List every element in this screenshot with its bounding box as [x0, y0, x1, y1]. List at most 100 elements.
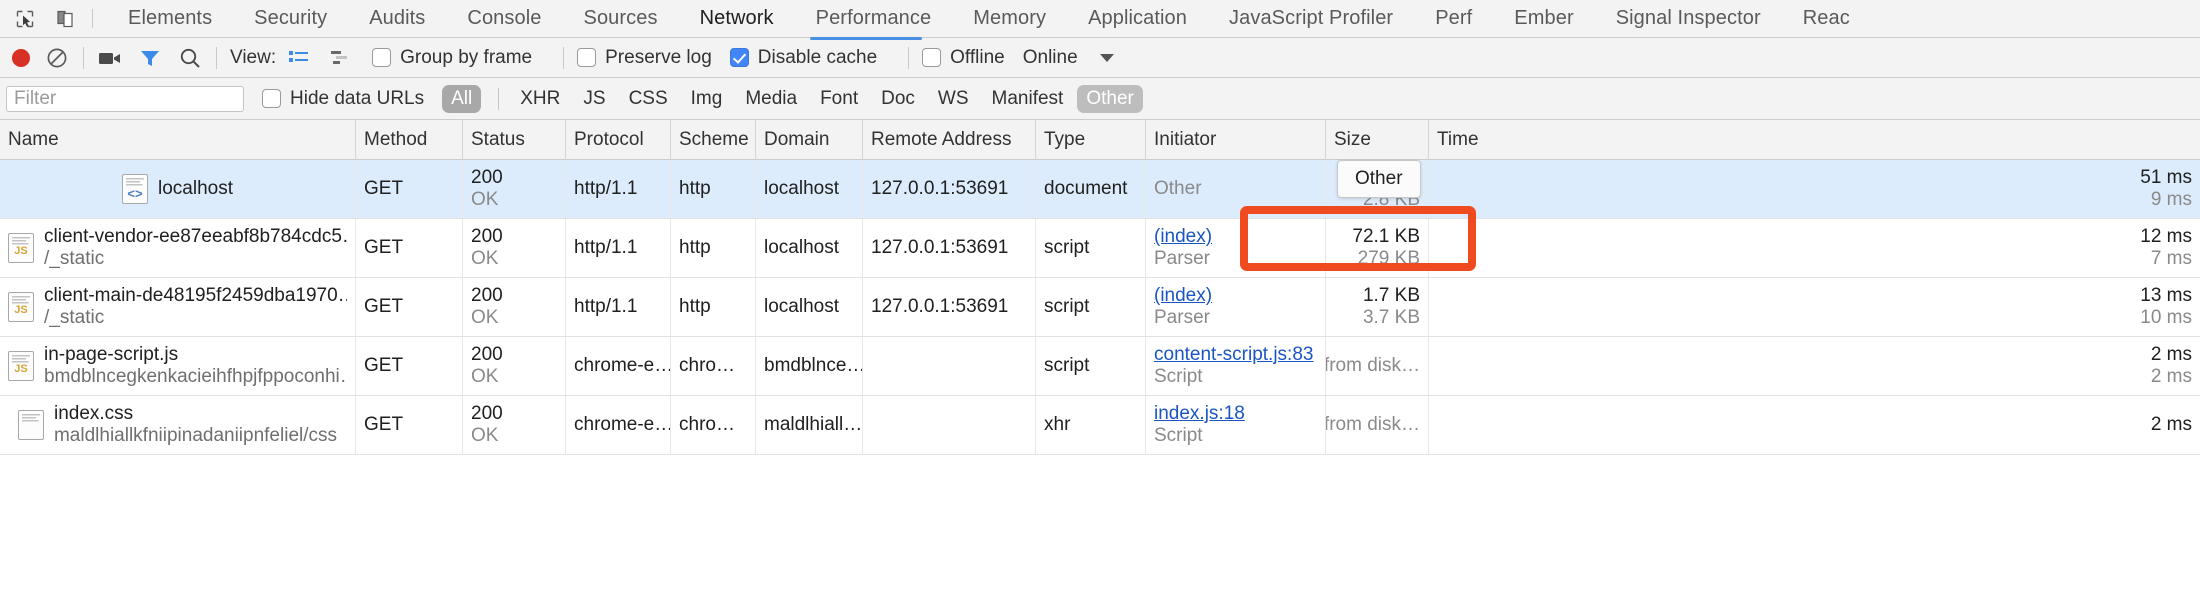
device-toolbar-icon[interactable]: [52, 6, 78, 32]
status-cell-sub: OK: [471, 307, 499, 328]
status-cell-value: 200: [471, 344, 503, 365]
column-header-type[interactable]: Type: [1035, 119, 1145, 160]
tab-signal-inspector[interactable]: Signal Inspector: [1595, 0, 1782, 37]
initiator-cell-value[interactable]: (index): [1154, 226, 1317, 248]
time-cell-value: 12 ms: [2140, 226, 2192, 247]
chevron-down-icon[interactable]: [1099, 53, 1114, 62]
column-header-protocol[interactable]: Protocol: [565, 119, 670, 160]
time-cell: 13 ms 10 ms: [1428, 278, 2200, 336]
tab-perf[interactable]: Perf: [1414, 0, 1493, 37]
column-header-method[interactable]: Method: [355, 119, 462, 160]
tab-elements[interactable]: Elements: [107, 0, 233, 37]
column-header-name[interactable]: Name: [0, 120, 355, 160]
record-button-icon[interactable]: [8, 45, 34, 71]
protocol-cell-value: http/1.1: [574, 296, 638, 317]
request-name-cell[interactable]: JS in-page-script.js bmdblncegkenkacieihfh…: [0, 337, 355, 395]
filter-funnel-icon[interactable]: [137, 45, 163, 71]
method-cell-value: GET: [364, 178, 404, 199]
tab-ember[interactable]: Ember: [1493, 0, 1594, 37]
throttling-value[interactable]: Online: [1023, 47, 1078, 69]
initiator-cell[interactable]: index.js:18 Script: [1145, 396, 1325, 454]
status-cell-value: 200: [471, 167, 503, 188]
request-name: in-page-script.js: [44, 344, 179, 365]
tab-javascript-profiler[interactable]: JavaScript Profiler: [1208, 0, 1414, 37]
filter-pill-img[interactable]: Img: [682, 85, 732, 113]
search-icon[interactable]: [177, 45, 203, 71]
css-file-icon: [17, 410, 44, 440]
clear-icon[interactable]: [44, 45, 70, 71]
filter-pill-media[interactable]: Media: [736, 85, 806, 113]
scheme-cell-value: http: [679, 178, 711, 199]
type-cell: script: [1035, 337, 1145, 395]
size-cell-value: (from disk…: [1325, 355, 1420, 376]
tab-network[interactable]: Network: [679, 0, 795, 37]
filter-pill-js[interactable]: JS: [574, 85, 614, 113]
request-name-cell[interactable]: JS client-main-de48195f2459dba1970…/_stat…: [0, 278, 355, 336]
initiator-cell[interactable]: (index) Parser: [1145, 278, 1325, 336]
hide-data-urls-checkbox[interactable]: Hide data URLs: [262, 88, 424, 110]
tab-reac[interactable]: Reac: [1782, 0, 1871, 37]
column-header-status[interactable]: Status: [462, 119, 565, 160]
time-cell-sub: 9 ms: [2150, 189, 2192, 210]
size-cell-value: (from disk…: [1325, 414, 1420, 435]
scheme-cell: chro…: [670, 337, 755, 395]
initiator-cell-value[interactable]: (index): [1154, 285, 1317, 307]
search-input[interactable]: [6, 85, 244, 112]
initiator-cell-value[interactable]: index.js:18: [1154, 403, 1317, 425]
request-name-cell[interactable]: index.css maldlhiallkfniipinadaniipnfelie…: [0, 396, 355, 454]
domain-cell-value: localhost: [764, 296, 839, 317]
table-row[interactable]: index.css maldlhiallkfniipinadaniipnfelie…: [0, 396, 2200, 455]
filter-pill-xhr[interactable]: XHR: [511, 85, 569, 113]
initiator-cell[interactable]: content-script.js:83 Script: [1145, 337, 1325, 395]
table-row[interactable]: <> localhost GET 200 OK http/1.1 http localhost…: [0, 160, 2200, 219]
column-header-size[interactable]: Size: [1325, 119, 1428, 160]
filter-pill-doc[interactable]: Doc: [872, 85, 924, 113]
column-header-time[interactable]: Time: [1428, 119, 2200, 160]
initiator-cell[interactable]: (index) Parser: [1145, 219, 1325, 277]
protocol-cell: http/1.1: [565, 160, 670, 218]
toolbar-divider: [83, 46, 84, 69]
filter-pill-manifest[interactable]: Manifest: [983, 85, 1073, 113]
request-name-cell[interactable]: <> localhost: [0, 160, 355, 218]
filter-pill-ws[interactable]: WS: [929, 85, 978, 113]
domain-cell-value: maldlhiall…: [764, 414, 862, 435]
tab-sources[interactable]: Sources: [563, 0, 679, 37]
screenshot-camera-icon[interactable]: [97, 45, 123, 71]
filter-pill-other[interactable]: Other: [1077, 84, 1143, 113]
time-cell: 12 ms 7 ms: [1428, 219, 2200, 277]
checkbox-box: [922, 48, 942, 67]
tab-performance[interactable]: Performance: [795, 0, 953, 37]
table-row[interactable]: JS client-main-de48195f2459dba1970…/_stat…: [0, 278, 2200, 337]
table-header-row: Name Method Status Protocol Scheme Domain Remo…: [0, 119, 2200, 160]
inspect-cursor-icon[interactable]: [12, 6, 38, 32]
initiator-cell-value[interactable]: content-script.js:83: [1154, 344, 1317, 366]
filter-pill-font[interactable]: Font: [811, 85, 867, 113]
time-cell-sub: 10 ms: [2140, 307, 2192, 328]
tab-console[interactable]: Console: [446, 0, 562, 37]
table-row[interactable]: JS in-page-script.js bmdblncegkenkacieihfh…: [0, 337, 2200, 396]
offline-checkbox[interactable]: Offline: [922, 47, 1005, 69]
filter-pill-all[interactable]: All: [442, 84, 482, 113]
list-view-icon[interactable]: [286, 45, 312, 71]
group-by-frame-checkbox[interactable]: Group by frame: [372, 47, 532, 69]
filter-pill-css[interactable]: CSS: [620, 85, 677, 113]
column-header-remote-address[interactable]: Remote Address: [862, 119, 1035, 160]
filter-divider: [498, 87, 500, 110]
remote-address-cell: [862, 337, 1035, 395]
table-row[interactable]: JS client-vendor-ee87eeabf8b784cdc5…/_sta…: [0, 219, 2200, 278]
disable-cache-checkbox[interactable]: Disable cache: [729, 47, 877, 69]
request-name-cell[interactable]: JS client-vendor-ee87eeabf8b784cdc5…/_sta…: [0, 219, 355, 277]
tab-memory[interactable]: Memory: [952, 0, 1067, 37]
column-header-initiator[interactable]: Initiator: [1145, 119, 1325, 160]
javascript-file-icon: JS: [8, 351, 34, 381]
column-header-scheme[interactable]: Scheme: [670, 119, 755, 160]
request-name: client-vendor-ee87eeabf8b784cdc5…: [44, 226, 347, 247]
tab-security[interactable]: Security: [233, 0, 348, 37]
method-cell: GET: [355, 160, 462, 218]
preserve-log-checkbox[interactable]: Preserve log: [577, 47, 712, 69]
tab-audits[interactable]: Audits: [348, 0, 446, 37]
column-header-domain[interactable]: Domain: [755, 119, 862, 160]
remote-address-cell: 127.0.0.1:53691: [862, 160, 1035, 218]
tab-application[interactable]: Application: [1067, 0, 1208, 37]
waterfall-view-icon[interactable]: [326, 45, 352, 71]
